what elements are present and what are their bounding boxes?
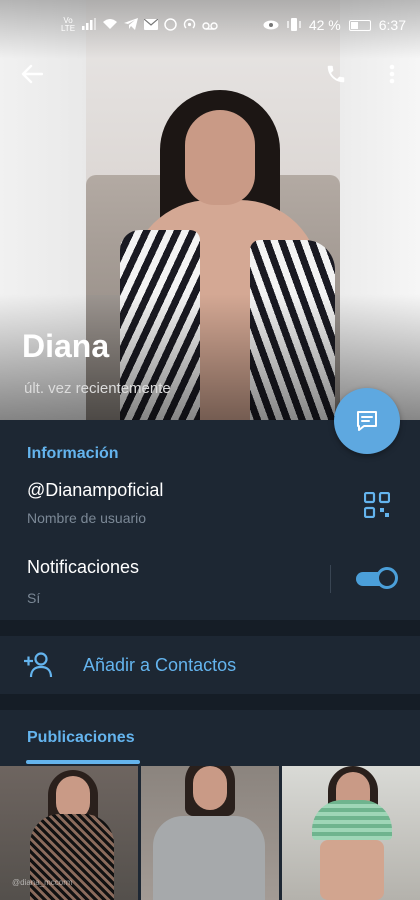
whatsapp-icon [164,17,177,33]
voicemail-icon [202,19,218,32]
posts-section: Publicaciones @diana_mccorm [0,710,420,900]
add-user-icon [24,652,54,678]
send-message-button[interactable] [334,388,400,454]
vibrate-icon [287,17,301,33]
notifications-label[interactable]: Notificaciones [27,557,139,578]
notifications-toggle[interactable] [356,567,398,589]
post-thumbnail[interactable] [141,766,279,900]
posts-grid: @diana_mccorm [0,766,420,900]
status-right-icons: 42 % 6:37 [263,17,406,33]
qr-code-button[interactable] [363,491,391,519]
post-thumbnail[interactable] [282,766,420,900]
status-bar: Vo LTE 42 % 6:37 [0,0,420,50]
last-seen-status: últ. vez recientemente [24,380,171,397]
phone-icon [327,65,345,83]
info-section-title: Información [27,445,119,462]
call-button[interactable] [314,52,358,96]
username-label: Nombre de usuario [27,510,147,526]
battery-icon [348,19,371,31]
back-button[interactable] [10,52,54,96]
eye-icon [263,19,279,32]
mail-icon [143,18,159,32]
signal-icon [82,18,96,32]
status-left-icons: Vo LTE [60,17,218,33]
section-separator [0,694,420,710]
posts-tab[interactable]: Publicaciones [27,729,135,747]
active-tab-indicator [26,760,140,764]
message-icon [357,411,377,431]
username-value[interactable]: @Dianampoficial [27,480,163,501]
more-options-button[interactable] [370,52,414,96]
volte-icon: Vo LTE [60,16,76,33]
battery-percent: 42 % [308,17,341,33]
add-contact-row[interactable]: Añadir a Contactos [0,636,420,694]
telegram-notification-icon [124,18,138,32]
hotspot-icon [183,18,196,33]
thumbnail-watermark: @diana_mccorm [12,878,73,887]
clock: 6:37 [378,17,406,33]
qr-code-icon [363,491,391,519]
notifications-value: Sí [27,590,41,606]
more-vertical-icon [389,64,395,84]
add-contact-label: Añadir a Contactos [83,655,237,675]
back-arrow-icon [21,64,43,84]
top-action-bar [0,52,420,96]
wifi-icon [102,18,118,32]
section-separator [0,620,420,636]
profile-name: Diana [22,328,110,364]
vertical-divider [330,565,331,593]
post-thumbnail[interactable]: @diana_mccorm [0,766,138,900]
